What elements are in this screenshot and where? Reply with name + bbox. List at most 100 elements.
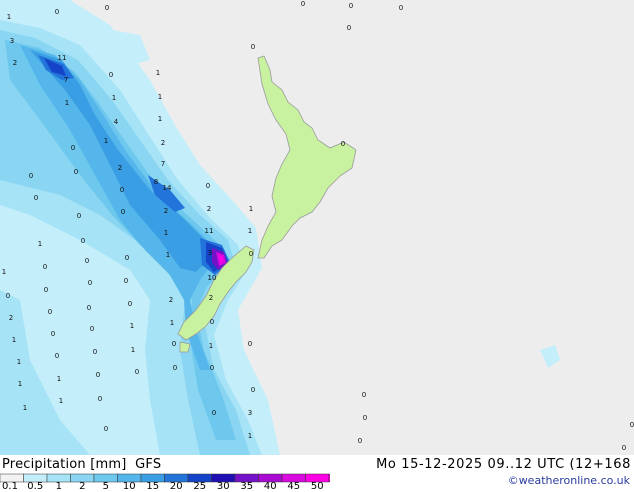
map-value-label: 0 — [109, 71, 113, 79]
map-value-label: 8 — [154, 178, 158, 186]
map-value-label: 0 — [121, 208, 125, 216]
map-value-label: 0 — [120, 186, 124, 194]
map-value-label: 0 — [43, 263, 47, 271]
color-scale-tick-label: 10 — [122, 481, 136, 492]
map-value-label: 3 — [248, 409, 252, 417]
map-value-label: 1 — [249, 205, 253, 213]
map-value-label: 2 — [209, 294, 213, 302]
map-value-label: 0 — [349, 2, 353, 10]
map-value-label: 1 — [38, 240, 42, 248]
map-value-label: 0 — [90, 325, 94, 333]
stewart-island — [179, 341, 191, 353]
map-value-label: 0 — [172, 340, 176, 348]
color-scale-tick-label: 40 — [263, 481, 277, 492]
map-value-label: 0 — [173, 364, 177, 372]
map-value-label: 1 — [248, 227, 252, 235]
map-value-label: 0 — [88, 279, 92, 287]
map-value-label: 0 — [93, 348, 97, 356]
map-value-label: 0 — [206, 182, 210, 190]
map-value-label: 0 — [74, 168, 78, 176]
map-value-label: 0 — [212, 409, 216, 417]
map-value-label: 1 — [112, 94, 116, 102]
map-value-label: 0 — [249, 250, 253, 258]
map-value-label: 0 — [341, 140, 345, 148]
color-scale-tick-label: 0.1 — [2, 481, 18, 492]
map-value-label: 1 — [17, 358, 21, 366]
map-value-label: 2 — [207, 205, 211, 213]
map-value-label: 1 — [209, 342, 213, 350]
map-value-label: 0 — [55, 352, 59, 360]
map-value-label: 0 — [251, 386, 255, 394]
map-value-label: 2 — [9, 314, 13, 322]
map-value-label: 0 — [98, 395, 102, 403]
map-value-label: 0 — [630, 421, 634, 429]
map-value-label: 0 — [125, 254, 129, 262]
credit-link[interactable]: ©weatheronline.co.uk — [508, 474, 630, 487]
map-title: Precipitation [mm] GFS — [2, 457, 162, 472]
map-value-label: 0 — [248, 340, 252, 348]
map-value-label: 0 — [301, 0, 305, 8]
color-scale-arrow — [328, 473, 330, 483]
map-value-label: 0 — [104, 425, 108, 433]
map-value-label: 2 — [13, 59, 17, 67]
map-value-label: 0 — [363, 414, 367, 422]
color-scale-bar — [0, 473, 330, 483]
map-value-label: 14 — [163, 184, 172, 192]
map-value-label: 11 — [205, 227, 214, 235]
map-value-label: 1 — [130, 322, 134, 330]
map-value-label: 0 — [105, 4, 109, 12]
map-value-label: 0 — [96, 371, 100, 379]
map-value-label: 0 — [124, 277, 128, 285]
map-value-label: 1 — [18, 380, 22, 388]
map-value-label: 0 — [87, 304, 91, 312]
map-value-label: 1 — [2, 268, 6, 276]
map-value-label: 0 — [347, 24, 351, 32]
map-value-label: 0 — [210, 364, 214, 372]
color-scale-tick-label: 0.5 — [27, 481, 44, 492]
map-value-label: 1 — [23, 404, 27, 412]
map-value-label: 0 — [210, 318, 214, 326]
color-scale-tick-label: 2 — [79, 481, 86, 492]
map-value-label: 0 — [135, 368, 139, 376]
map-value-label: 0 — [251, 43, 255, 51]
map-value-label: 2 — [161, 139, 165, 147]
map-value-label: 1 — [7, 13, 11, 21]
valid-time: Mo 15-12-2025 09..12 UTC (12+168 — [376, 457, 631, 472]
map-value-label: 10 — [208, 274, 217, 282]
legend-footer: Precipitation [mm] GFS Mo 15-12-2025 09.… — [0, 455, 634, 492]
color-scale-tick-label: 50 — [310, 481, 324, 492]
color-scale-tick-label: 35 — [240, 481, 254, 492]
map-value-label: 1 — [104, 137, 108, 145]
map-value-label: 0 — [51, 330, 55, 338]
map-value-label: 0 — [358, 437, 362, 445]
color-scale-tick-label: 30 — [216, 481, 230, 492]
map-value-label: 4 — [114, 118, 119, 126]
map-value-label: 0 — [81, 237, 85, 245]
map-value-label: 0 — [77, 212, 81, 220]
map-value-label: 1 — [131, 346, 135, 354]
map-value-label: 1 — [166, 251, 170, 259]
map-value-label: 1 — [156, 69, 160, 77]
map-value-label: 7 — [161, 160, 165, 168]
map-value-label: 0 — [71, 144, 75, 152]
map-value-label: 1 — [12, 336, 16, 344]
map-value-label: 1 — [170, 319, 174, 327]
color-scale-tick-label: 1 — [55, 481, 62, 492]
map-value-label: 0 — [362, 391, 366, 399]
color-scale-tick-label: 45 — [287, 481, 301, 492]
color-scale-tick-label: 5 — [102, 481, 109, 492]
map-value-label: 2 — [169, 296, 173, 304]
map-value-label: 11 — [58, 54, 67, 62]
map-value-label: 3 — [208, 249, 212, 257]
map-value-label: 0 — [6, 292, 10, 300]
map-value-label: 1 — [57, 375, 61, 383]
map-value-label: 0 — [399, 4, 403, 12]
color-scale-tick-label: 20 — [169, 481, 183, 492]
map-value-label: 0 — [34, 194, 38, 202]
map-value-label: 0 — [622, 444, 626, 452]
map-value-label: 0 — [48, 308, 52, 316]
map-value-label: 7 — [64, 76, 68, 84]
map-value-label: 1 — [158, 93, 162, 101]
map-value-label: 0 — [29, 172, 33, 180]
map-value-label: 2 — [118, 164, 122, 172]
